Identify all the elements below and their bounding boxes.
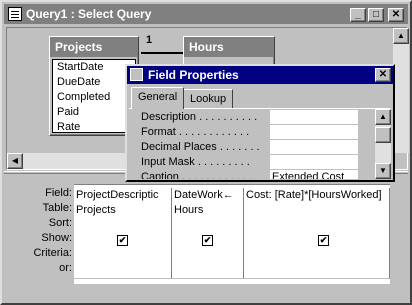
- property-label: Caption . . . . . . . . . . . .: [141, 171, 253, 179]
- grid-cell-criteria[interactable]: [172, 248, 244, 264]
- grid-cell-show: [244, 233, 390, 249]
- grid-cell-table[interactable]: Projects: [74, 203, 172, 219]
- field-item[interactable]: Rate: [53, 120, 135, 135]
- grid-cell-or[interactable]: [244, 263, 390, 279]
- grid-cell-field[interactable]: Cost: [Rate]*[HoursWorked]: [244, 188, 390, 204]
- field-list-title[interactable]: Projects: [50, 37, 138, 57]
- show-checkbox[interactable]: ✔: [117, 235, 128, 246]
- title-bar: Query1 : Select Query _ □ ✕: [4, 4, 408, 24]
- grid-cell-criteria[interactable]: [74, 248, 172, 264]
- grid-cell-table[interactable]: Hours: [172, 203, 244, 219]
- dialog-title: Field Properties: [148, 68, 239, 82]
- scroll-thumb[interactable]: [375, 127, 391, 143]
- property-value[interactable]: [270, 125, 358, 139]
- grid-row-label-field: Field:: [45, 187, 72, 199]
- scroll-up-arrow-icon[interactable]: ▲: [375, 109, 391, 125]
- query-window: Query1 : Select Query _ □ ✕ Projects Sta…: [0, 0, 412, 305]
- property-value[interactable]: [270, 140, 358, 154]
- design-grid: ProjectDescriptic DateWork← Cost: [Rate]…: [74, 184, 390, 284]
- field-item[interactable]: Paid: [53, 105, 135, 120]
- design-grid-pane: Field: Table: Sort: Show: Criteria: or: …: [6, 176, 408, 303]
- query-window-icon[interactable]: [8, 7, 22, 21]
- property-label: Description . . . . . . . . . .: [141, 111, 258, 123]
- field-list-body: StartDate DueDate Completed Paid Rate: [52, 59, 136, 133]
- property-value[interactable]: Extended Cost: [270, 170, 358, 179]
- field-item[interactable]: Completed: [53, 90, 135, 105]
- scroll-left-arrow-icon[interactable]: ◀: [7, 153, 23, 169]
- tab-general[interactable]: General: [131, 87, 185, 109]
- property-value[interactable]: [270, 155, 358, 169]
- grid-row-label-or: or:: [59, 262, 72, 274]
- properties-scrollbar[interactable]: ▲ ▼: [375, 109, 391, 179]
- field-list-title[interactable]: Hours: [184, 37, 274, 57]
- maximize-button[interactable]: □: [368, 8, 384, 22]
- grid-cell-table[interactable]: [244, 203, 390, 219]
- properties-icon: [130, 68, 143, 81]
- grid-cell-sort[interactable]: [74, 218, 172, 234]
- scroll-up-arrow-icon[interactable]: ▲: [393, 28, 409, 44]
- properties-panel: Description . . . . . . . . . . Format .…: [129, 108, 391, 179]
- close-button[interactable]: ✕: [388, 8, 404, 22]
- grid-cell-or[interactable]: [172, 263, 244, 279]
- dialog-title-bar: Field Properties ✕: [127, 66, 393, 84]
- field-item[interactable]: StartDate: [53, 60, 135, 75]
- property-label: Input Mask . . . . . . . . .: [141, 156, 250, 168]
- grid-row-label-sort: Sort:: [48, 217, 72, 229]
- grid-cell-field[interactable]: ProjectDescriptic: [74, 188, 172, 204]
- field-properties-dialog: Field Properties ✕ General Lookup Descri…: [125, 64, 395, 182]
- grid-cell-criteria[interactable]: [244, 248, 390, 264]
- field-item[interactable]: DueDate: [53, 75, 135, 90]
- join-one-label: 1: [146, 34, 153, 46]
- property-label: Format . . . . . . . . . . . .: [141, 126, 250, 138]
- grid-cell-sort[interactable]: [244, 218, 390, 234]
- show-checkbox[interactable]: ✔: [318, 235, 329, 246]
- property-value[interactable]: [270, 110, 358, 124]
- grid-cell-field[interactable]: DateWork←: [172, 188, 244, 204]
- property-label: Decimal Places . . . . . . .: [141, 141, 260, 153]
- upper-vertical-scrollbar[interactable]: ▲: [393, 28, 409, 153]
- window-title: Query1 : Select Query: [26, 7, 152, 21]
- grid-row-label-table: Table:: [42, 202, 72, 214]
- dialog-close-button[interactable]: ✕: [375, 68, 391, 82]
- grid-cell-or[interactable]: [74, 263, 172, 279]
- minimize-button[interactable]: _: [350, 8, 366, 22]
- grid-cell-sort[interactable]: [172, 218, 244, 234]
- join-line: [141, 52, 187, 54]
- tab-lookup[interactable]: Lookup: [183, 89, 234, 109]
- grid-row-label-criteria: Criteria:: [33, 247, 72, 259]
- show-checkbox[interactable]: ✔: [202, 235, 213, 246]
- grid-row-label-show: Show:: [41, 232, 72, 244]
- scroll-down-arrow-icon[interactable]: ▼: [375, 163, 391, 179]
